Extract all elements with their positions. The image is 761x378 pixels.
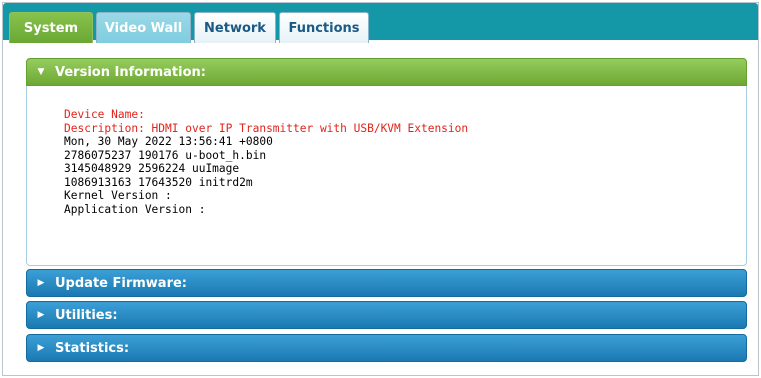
kernel-version-line: Kernel Version : [64, 189, 172, 202]
version-information-header[interactable]: ▼ Version Information: [26, 58, 747, 86]
uboot-line: 2786075237 190176 u-boot_h.bin [64, 148, 267, 162]
caret-right-icon: ▶ [37, 310, 45, 320]
version-information-body: Device Name: Description: HDMI over IP Tr… [26, 86, 747, 266]
statistics-title: Statistics: [55, 340, 130, 356]
caret-down-icon: ▼ [37, 67, 45, 77]
uimage-line: 3145048929 2596224 uuImage [64, 162, 240, 175]
version-info-text: Device Name: Description: HDMI over IP Tr… [64, 108, 468, 216]
tab-functions[interactable]: Functions [279, 12, 369, 43]
tab-network[interactable]: Network [194, 12, 276, 43]
statistics-header[interactable]: ▶ Statistics: [26, 334, 747, 362]
utilities-title: Utilities: [55, 307, 118, 323]
initrd-line: 1086913163 17643520 initrd2m [64, 175, 253, 189]
utilities-header[interactable]: ▶ Utilities: [26, 301, 747, 329]
application-version-line: Application Version : [64, 202, 206, 216]
caret-right-icon: ▶ [37, 343, 45, 353]
tab-video-wall[interactable]: Video Wall [96, 12, 191, 43]
device-name-line: Device Name: [64, 108, 145, 121]
tab-bar: System Video Wall Network Functions [3, 3, 758, 43]
update-firmware-header[interactable]: ▶ Update Firmware: [26, 269, 747, 297]
version-information-title: Version Information: [55, 64, 206, 80]
update-firmware-title: Update Firmware: [55, 275, 187, 291]
caret-right-icon: ▶ [37, 278, 45, 288]
tab-system[interactable]: System [9, 12, 93, 43]
build-date-line: Mon, 30 May 2022 13:56:41 +0800 [64, 135, 273, 148]
description-line: Description: HDMI over IP Transmitter wi… [64, 121, 469, 135]
